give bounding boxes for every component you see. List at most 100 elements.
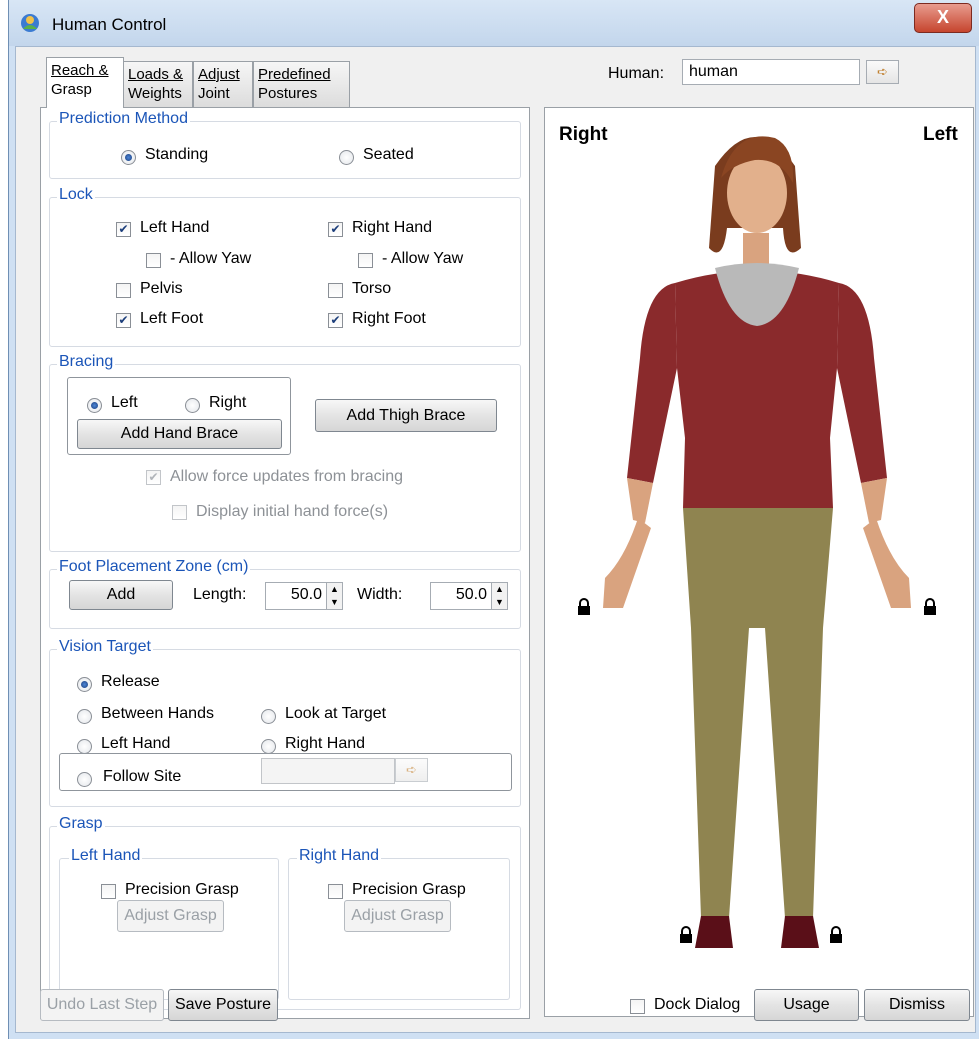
dialog-client: Reach & Grasp Loads & Weights Adjust Joint … (15, 46, 976, 1033)
length-spinner[interactable]: ▲ ▼ (326, 583, 342, 609)
group-title: Vision Target (57, 638, 153, 656)
human-control-window: Human Control X Reach & Grasp Loads & Weig… (8, 0, 979, 1039)
left-adjust-grasp-button[interactable]: Adjust Grasp (117, 900, 224, 932)
lock-right-hand-label: Right Hand (352, 219, 433, 236)
brace-left-label: Left (111, 394, 138, 411)
display-initial-force-label: Display initial hand force(s) (196, 503, 389, 520)
lock-right-foot-label: Right Foot (352, 310, 426, 327)
seated-radio[interactable] (339, 150, 354, 165)
human-input[interactable]: human (682, 59, 860, 85)
tab-adjust-joint[interactable]: Adjust Joint (193, 61, 253, 107)
lock-torso-checkbox[interactable] (328, 283, 343, 298)
lock-right-hand-checkbox[interactable]: ✔ (328, 222, 343, 237)
save-posture-button[interactable]: Save Posture (168, 989, 278, 1021)
pick-arrow-icon: ➪ (877, 64, 888, 79)
reach-grasp-panel: Prediction Method Standing Seated Lock ✔… (40, 107, 530, 1019)
lock-right-hand-icon[interactable] (577, 598, 591, 616)
group-title: Lock (57, 186, 95, 204)
vision-left-hand-label: Left Hand (101, 735, 171, 752)
vision-follow-site-radio[interactable] (77, 772, 92, 787)
follow-site-input[interactable] (261, 758, 395, 784)
pick-arrow-icon: ➪ (406, 762, 417, 777)
lock-left-allow-yaw-checkbox[interactable] (146, 253, 161, 268)
add-hand-brace-button[interactable]: Add Hand Brace (77, 419, 282, 449)
vision-left-hand-radio[interactable] (77, 739, 92, 754)
lock-left-foot-icon[interactable] (829, 926, 843, 944)
tab-label: Reach & (51, 62, 109, 79)
group-title: Grasp (57, 815, 105, 833)
tab-predefined-postures[interactable]: Predefined Postures (253, 61, 350, 107)
tab-label: Joint (198, 85, 230, 102)
tab-label: Grasp (51, 81, 92, 98)
tab-label: Adjust (198, 66, 240, 83)
lock-left-hand-label: Left Hand (140, 219, 210, 236)
lock-right-foot-icon[interactable] (679, 926, 693, 944)
dismiss-button[interactable]: Dismiss (864, 989, 970, 1021)
prediction-method-group (49, 121, 521, 179)
tab-label: Postures (258, 85, 318, 102)
right-precision-grasp-label: Precision Grasp (352, 881, 466, 898)
lock-left-hand-icon[interactable] (923, 598, 937, 616)
follow-site-pick-button[interactable]: ➪ (395, 758, 428, 782)
app-icon (21, 14, 39, 32)
tab-reach-grasp[interactable]: Reach & Grasp (46, 57, 124, 108)
vision-release-label: Release (101, 673, 160, 690)
vision-between-hands-radio[interactable] (77, 709, 92, 724)
close-icon: X (936, 7, 949, 27)
add-foot-zone-button[interactable]: Add (69, 580, 173, 610)
vision-follow-site-label: Follow Site (103, 768, 182, 785)
lock-pelvis-label: Pelvis (140, 280, 183, 297)
width-label: Width: (357, 586, 403, 603)
group-title: Right Hand (297, 847, 382, 865)
dock-dialog-label: Dock Dialog (654, 996, 741, 1013)
width-spinner[interactable]: ▲ ▼ (491, 583, 507, 609)
tab-loads-weights[interactable]: Loads & Weights (123, 61, 193, 107)
standing-label: Standing (145, 146, 209, 163)
allow-force-updates-checkbox[interactable]: ✔ (146, 470, 161, 485)
brace-left-radio[interactable] (87, 398, 102, 413)
allow-force-updates-label: Allow force updates from bracing (170, 468, 403, 485)
tab-label: Predefined (258, 66, 331, 83)
lock-pelvis-checkbox[interactable] (116, 283, 131, 298)
length-input[interactable]: 50.0 ▲ ▼ (265, 582, 343, 610)
human-figure (603, 136, 911, 948)
lock-right-allow-yaw-checkbox[interactable] (358, 253, 373, 268)
lock-left-foot-checkbox[interactable]: ✔ (116, 313, 131, 328)
lock-right-foot-checkbox[interactable]: ✔ (328, 313, 343, 328)
length-value: 50.0 (290, 586, 322, 603)
vision-right-hand-radio[interactable] (261, 739, 276, 754)
group-title: Prediction Method (57, 110, 190, 128)
vision-right-hand-label: Right Hand (285, 735, 366, 752)
human-viewport[interactable]: Right Left (544, 107, 974, 1017)
window-title: Human Control (52, 15, 167, 34)
lock-left-hand-checkbox[interactable]: ✔ (116, 222, 131, 237)
lock-left-foot-label: Left Foot (140, 310, 204, 327)
display-initial-force-checkbox[interactable] (172, 505, 187, 520)
right-adjust-grasp-button[interactable]: Adjust Grasp (344, 900, 451, 932)
vision-look-at-target-label: Look at Target (285, 705, 387, 722)
undo-last-step-button[interactable]: Undo Last Step (40, 989, 164, 1021)
group-title: Foot Placement Zone (cm) (57, 558, 251, 576)
vision-release-radio[interactable] (77, 677, 92, 692)
tab-label: Weights (128, 85, 182, 102)
length-label: Length: (193, 586, 247, 603)
brace-right-label: Right (209, 394, 247, 411)
left-precision-grasp-checkbox[interactable] (101, 884, 116, 899)
add-thigh-brace-button[interactable]: Add Thigh Brace (315, 399, 497, 432)
usage-button[interactable]: Usage (754, 989, 859, 1021)
right-precision-grasp-checkbox[interactable] (328, 884, 343, 899)
dock-dialog-checkbox[interactable] (630, 999, 645, 1014)
lock-right-allow-yaw-label: - Allow Yaw (382, 250, 464, 267)
human-pick-button[interactable]: ➪ (866, 60, 899, 84)
seated-label: Seated (363, 146, 414, 163)
lock-left-allow-yaw-label: - Allow Yaw (170, 250, 252, 267)
human-label: Human: (608, 65, 665, 82)
group-title: Left Hand (69, 847, 143, 865)
vision-look-at-target-radio[interactable] (261, 709, 276, 724)
brace-right-radio[interactable] (185, 398, 200, 413)
standing-radio[interactable] (121, 150, 136, 165)
width-input[interactable]: 50.0 ▲ ▼ (430, 582, 508, 610)
title-bar: Human Control X (9, 0, 979, 46)
width-value: 50.0 (455, 586, 487, 603)
close-button[interactable]: X (914, 3, 972, 33)
